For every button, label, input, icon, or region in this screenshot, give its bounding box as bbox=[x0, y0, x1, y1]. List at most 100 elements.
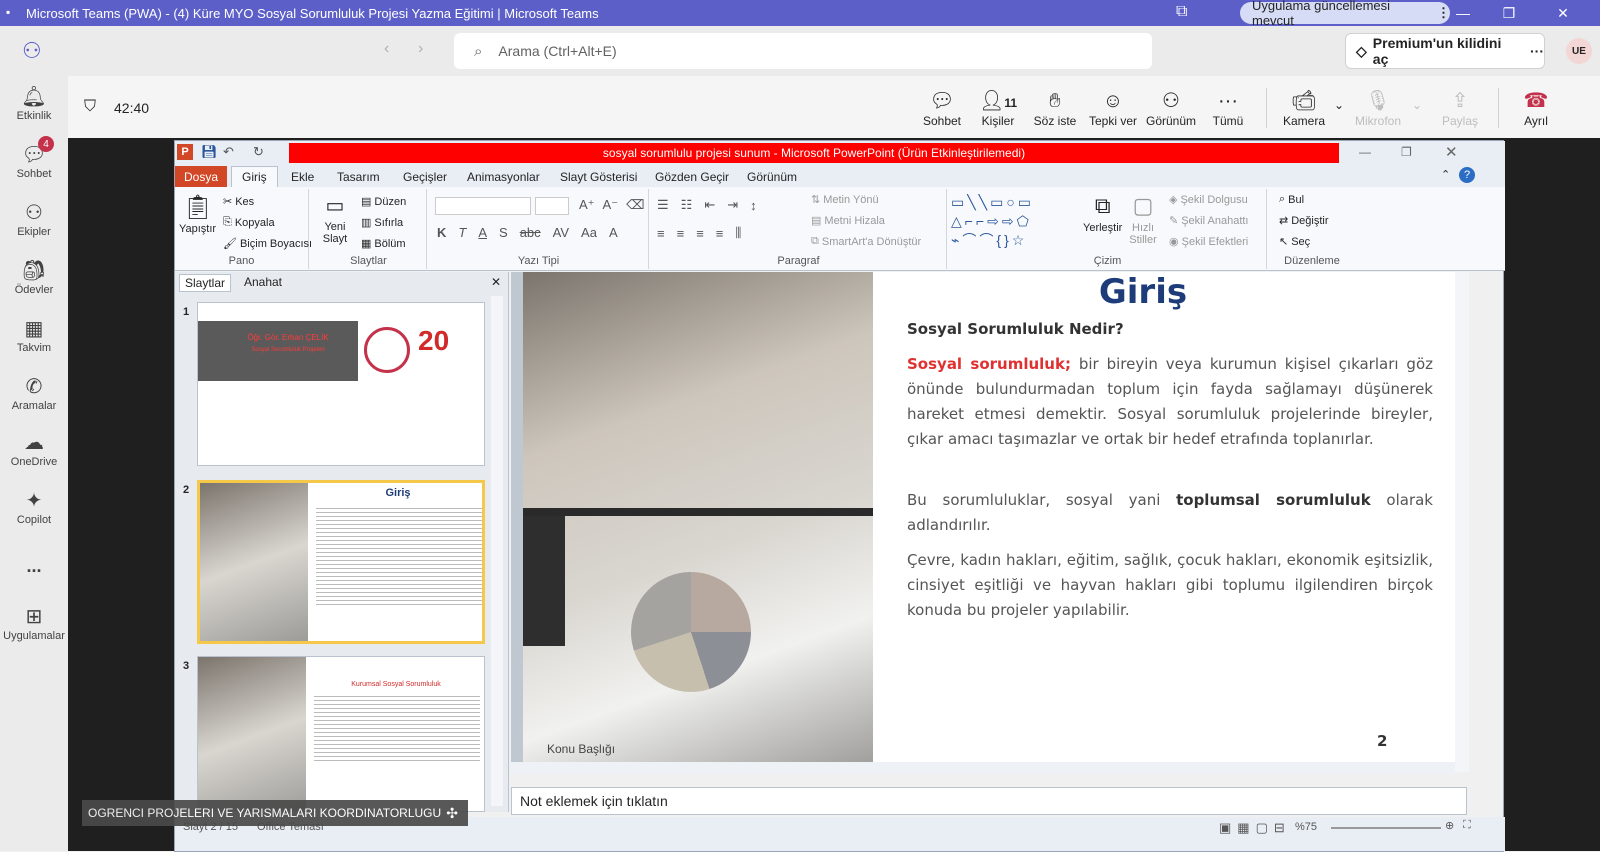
rail-item-teams[interactable]: ⚇ Ekipler bbox=[0, 192, 68, 248]
list-buttons[interactable]: ☰ ☷ ⇤ ⇥ ↕ bbox=[657, 197, 757, 213]
align-text-button[interactable]: ▤ Metni Hizala bbox=[811, 214, 885, 228]
zoom-slider[interactable] bbox=[1331, 827, 1441, 829]
tab-transitions[interactable]: Geçişler bbox=[393, 166, 457, 187]
align-buttons[interactable]: ≡ ≡ ≡ ≡ ⫼ bbox=[657, 225, 741, 241]
chevron-down-icon[interactable]: ⌄ bbox=[1334, 98, 1344, 112]
rail-item-activity[interactable]: 🔔︎ Etkinlik bbox=[0, 76, 68, 132]
font-size-buttons[interactable]: A⁺ A⁻ ⌫ bbox=[579, 197, 644, 213]
shape-fill-button[interactable]: ◈ Şekil Dolgusu bbox=[1169, 193, 1248, 207]
help-icon[interactable]: ? bbox=[1459, 167, 1475, 183]
font-family-select[interactable] bbox=[435, 197, 531, 215]
slide-thumb-3[interactable]: Kurumsal Sosyal Sorumluluk bbox=[197, 656, 485, 812]
slide-thumb-1[interactable]: Öğr. Gör. Erhan ÇELİK Sosyal Sorumluluk … bbox=[197, 302, 485, 466]
close-panel-icon[interactable]: ✕ bbox=[491, 275, 501, 289]
more-button[interactable]: ··· Tümü bbox=[1208, 82, 1248, 134]
update-available-button[interactable]: Uygulama güncellemesi mevcut ⋮ bbox=[1240, 0, 1450, 28]
slide-canvas[interactable]: Konu Başlığı Giriş Sosyal Sorumluluk Ned… bbox=[523, 272, 1455, 772]
rail-item-assignments[interactable]: 🎒︎ Ödevler bbox=[0, 250, 68, 306]
quick-styles-button[interactable]: ▢ Hızlı Stiller bbox=[1129, 193, 1157, 246]
rail-item-copilot[interactable]: ✦ Copilot bbox=[0, 480, 68, 536]
mic-button[interactable]: 🎙︎ Mikrofon bbox=[1348, 82, 1408, 134]
save-icon[interactable]: 💾︎ bbox=[201, 144, 218, 160]
fit-slide-icon[interactable]: ⛶ bbox=[1463, 819, 1471, 832]
tab-animations[interactable]: Animasyonlar bbox=[457, 166, 550, 187]
select-button[interactable]: ↖ Seç bbox=[1279, 235, 1310, 249]
arrange-button[interactable]: ⧉ Yerleştir bbox=[1083, 193, 1122, 234]
tab-design[interactable]: Tasarım bbox=[327, 166, 390, 187]
back-arrow-icon[interactable]: ‹ bbox=[384, 40, 389, 58]
copy-button[interactable]: ⎘ Kopyala bbox=[223, 216, 275, 229]
find-button[interactable]: ⌕ Bul bbox=[1279, 193, 1304, 206]
shape-outline-button[interactable]: ✎ Şekil Anahattı bbox=[1169, 214, 1249, 228]
format-painter-button[interactable]: 🖌︎ Biçim Boyacısı bbox=[223, 237, 312, 251]
redo-icon[interactable]: ↻ bbox=[253, 144, 264, 160]
text-direction-button[interactable]: ⇅ Metin Yönü bbox=[811, 193, 879, 207]
view-buttons[interactable]: ▣▦▢⊟ bbox=[1219, 820, 1291, 836]
panel-scrollbar[interactable] bbox=[491, 296, 503, 806]
premium-button[interactable]: ◇ Premium'un kilidini aç ··· bbox=[1345, 33, 1545, 69]
cut-button[interactable]: ✂ Kes bbox=[223, 195, 254, 209]
tab-insert[interactable]: Ekle bbox=[281, 166, 324, 187]
chat-button[interactable]: 💬︎ Sohbet bbox=[920, 82, 964, 134]
meeting-controls-bar: ⛉ 42:40 💬︎ Sohbet 👤︎11 Kişiler ✋︎ Söz iste … bbox=[68, 76, 1600, 138]
new-slide-button[interactable]: ▭ Yeni Slayt bbox=[315, 193, 355, 245]
replace-button[interactable]: ⇄ Değiştir bbox=[1279, 214, 1329, 228]
close-window-button[interactable]: ✕ bbox=[1540, 0, 1586, 26]
align-right-icon: ≡ bbox=[696, 225, 704, 241]
tab-outline[interactable]: Anahat bbox=[233, 274, 293, 292]
notes-pane[interactable]: Not eklemek için tıklatın bbox=[511, 787, 1467, 815]
paste-button[interactable]: 📋︎ Yapıştır bbox=[179, 193, 216, 235]
tab-review[interactable]: Gözden Geçir bbox=[645, 166, 739, 187]
minimize-button[interactable]: — bbox=[1440, 0, 1486, 26]
slide-text-box[interactable]: Giriş Sosyal Sorumluluk Nedir? Sosyal so… bbox=[883, 272, 1443, 772]
tab-slides[interactable]: Slaytlar bbox=[179, 274, 231, 292]
fill-icon: ◈ bbox=[1169, 194, 1178, 206]
tab-home[interactable]: Giriş bbox=[231, 166, 278, 187]
view-button[interactable]: ⚇ Görünüm bbox=[1144, 82, 1198, 134]
scissors-icon: ✂ bbox=[223, 196, 233, 208]
smartart-button[interactable]: ⧉ SmartArt'a Dönüştür bbox=[811, 235, 921, 248]
tab-slideshow[interactable]: Slayt Gösterisi bbox=[550, 166, 647, 187]
close-icon[interactable]: ✕ bbox=[1445, 143, 1458, 161]
vertical-scrollbar[interactable] bbox=[1455, 272, 1469, 772]
search-box[interactable]: ⌕ Arama (Ctrl+Alt+E) bbox=[454, 33, 1152, 69]
extension-icon[interactable]: ⧉ bbox=[1176, 3, 1187, 21]
reset-button[interactable]: ▥ Sıfırla bbox=[361, 216, 403, 230]
shape-effects-button[interactable]: ◉ Şekil Efektleri bbox=[1169, 235, 1248, 249]
undo-icon[interactable]: ↶ bbox=[223, 144, 234, 160]
forward-arrow-icon[interactable]: › bbox=[418, 40, 423, 58]
rail-item-onedrive[interactable]: ☁ OneDrive bbox=[0, 422, 68, 478]
horizontal-scrollbar[interactable] bbox=[511, 762, 1455, 774]
font-size-select[interactable] bbox=[535, 197, 569, 215]
rail-item-apps[interactable]: ⊞ Uygulamalar bbox=[0, 596, 68, 652]
tab-file[interactable]: Dosya bbox=[175, 166, 227, 187]
shared-screen: P 💾︎ ↶ ↻ sosyal sorumlulu projesi sunum … bbox=[68, 138, 1600, 852]
people-button[interactable]: 👤︎11 Kişiler bbox=[976, 82, 1020, 134]
react-button[interactable]: ☺ Tepki ver bbox=[1088, 82, 1138, 134]
avatar[interactable]: UE bbox=[1566, 38, 1592, 64]
outline-icon: ✎ bbox=[1169, 215, 1179, 227]
layout-button[interactable]: ▤ Düzen bbox=[361, 195, 406, 209]
minimize-icon[interactable]: — bbox=[1359, 145, 1371, 159]
collapse-ribbon-icon[interactable]: ⌃ bbox=[1441, 168, 1450, 181]
rail-item-chat[interactable]: 💬︎ 4 Sohbet bbox=[0, 134, 68, 190]
font-style-buttons[interactable]: K T A Sabc AV Aa A bbox=[437, 225, 618, 240]
slide-thumb-2[interactable]: Giriş bbox=[197, 480, 485, 644]
leave-button[interactable]: ☎ Ayrıl bbox=[1514, 82, 1558, 134]
rail-item-more[interactable]: ... bbox=[0, 538, 68, 594]
tab-view[interactable]: Görünüm bbox=[737, 166, 807, 187]
restore-icon[interactable]: ❐ bbox=[1401, 145, 1412, 159]
expand-icon[interactable]: ✣ bbox=[446, 805, 458, 822]
rail-item-calendar[interactable]: ▦ Takvim bbox=[0, 308, 68, 364]
shapes-gallery[interactable]: ▭╲╲▭○▭ △⌐⌐⇨⇨⬠ ⌁⌒⌒{}☆ bbox=[951, 193, 1077, 249]
share-button[interactable]: ⇪ Paylaş bbox=[1438, 82, 1482, 134]
camera-button[interactable]: 📹︎ Kamera bbox=[1282, 82, 1326, 134]
strike-icon: abc bbox=[519, 225, 541, 240]
zoom-in-icon[interactable]: ⊕ bbox=[1445, 819, 1454, 832]
section-button[interactable]: ▦ Bölüm bbox=[361, 237, 406, 251]
share-label: Paylaş bbox=[1441, 114, 1479, 128]
chevron-down-icon[interactable]: ⌄ bbox=[1412, 98, 1422, 112]
restore-button[interactable]: ❐ bbox=[1486, 0, 1532, 26]
rail-item-calls[interactable]: ✆ Aramalar bbox=[0, 366, 68, 422]
raise-hand-button[interactable]: ✋︎ Söz iste bbox=[1032, 82, 1078, 134]
